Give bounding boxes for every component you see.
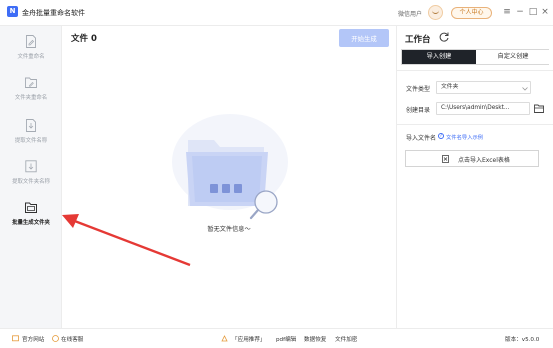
create-dir-label: 创建目录 [406,107,431,114]
help-icon: ? [438,133,444,139]
extract-folder-icon [25,160,37,173]
support-icon [52,335,59,342]
folder-rename-icon [25,77,37,88]
panel-title: 工作台 [405,35,431,45]
create-dir-field[interactable]: C:\Users\admin\Deskt... [436,102,530,115]
start-generate-button[interactable]: 开始生成 [339,29,389,47]
data-recovery-link[interactable]: 数据恢复 [304,335,326,343]
tab-import-create[interactable]: 导入创建 [402,50,476,64]
app-logo-icon: N [7,6,18,17]
title-bar: N 金舟批量重命名软件 微信用户 个人中心 ≡ − □ × [0,0,553,26]
file-type-label: 文件类型 [406,86,431,93]
sidebar: 文件重命名 文件夹重命名 提取文件名称 提取文件夹名称 批量生成文件夹 [0,26,62,328]
refresh-icon[interactable] [438,31,450,43]
extract-file-icon [26,119,36,132]
close-icon[interactable]: × [540,6,550,18]
file-count-title: 文件 0 [71,34,97,44]
main-area: 文件 0 开始生成 暂无文件信息～ [62,26,396,328]
import-excel-button[interactable]: 点击导入Excel表格 [405,150,539,167]
sidebar-item-extract-folder[interactable]: 提取文件夹名称 [0,160,62,200]
empty-state-text: 暂无文件信息～ [207,226,251,233]
sidebar-item-file-rename[interactable]: 文件重命名 [0,35,62,75]
official-site-link[interactable]: 官方网站 [22,335,44,343]
avatar[interactable] [428,5,443,20]
excel-icon [442,155,449,163]
sidebar-item-batch-folder[interactable]: 批量生成文件夹 [0,201,62,241]
mode-tabs: 导入创建 自定义创建 [401,49,550,65]
website-icon [12,335,19,342]
workbench-panel: 工作台 导入创建 自定义创建 文件类型 文件夹 创建目录 C:\Users\ad… [396,26,553,328]
sidebar-item-label: 提取文件名称 [14,138,48,144]
file-encrypt-link[interactable]: 文件加密 [335,335,357,343]
import-names-label: 导入文件名 [406,135,437,142]
divider [397,70,553,71]
import-example-link[interactable]: 文件名导入示例 [446,133,483,141]
import-button-label: 点击导入Excel表格 [458,157,510,164]
folder-open-icon[interactable] [534,104,544,113]
sidebar-item-label: 提取文件夹名称 [12,179,50,185]
maximize-icon[interactable]: □ [528,6,538,18]
version-label: 版本：v5.0.0 [505,337,540,343]
divider [397,124,553,125]
sidebar-item-label: 批量生成文件夹 [12,220,50,226]
user-name[interactable]: 微信用户 [398,9,422,18]
minimize-icon[interactable]: − [515,6,525,18]
sidebar-item-extract-file[interactable]: 提取文件名称 [0,119,62,159]
file-type-select[interactable]: 文件夹 [436,81,531,94]
sidebar-item-folder-rename[interactable]: 文件夹重命名 [0,76,62,116]
tab-custom-create[interactable]: 自定义创建 [476,50,550,64]
personal-center-button[interactable]: 个人中心 [451,7,492,19]
app-recommend-label: 「应用推荐」 [232,337,266,343]
file-rename-icon [26,35,36,48]
pdf-edit-link[interactable]: pdf编辑 [276,335,296,343]
recommend-icon [221,335,228,342]
online-support-link[interactable]: 在线客服 [61,335,83,343]
sidebar-item-label: 文件夹重命名 [14,95,48,101]
app-title: 金舟批量重命名软件 [22,9,85,17]
empty-folder-illustration [172,114,288,220]
chevron-down-icon [522,87,528,91]
status-bar: 官方网站 在线客服 「应用推荐」 pdf编辑 数据恢复 文件加密 版本：v5.0… [0,328,553,348]
sidebar-item-label: 文件重命名 [17,54,45,60]
batch-folder-icon [25,202,37,213]
menu-icon[interactable]: ≡ [502,6,512,18]
